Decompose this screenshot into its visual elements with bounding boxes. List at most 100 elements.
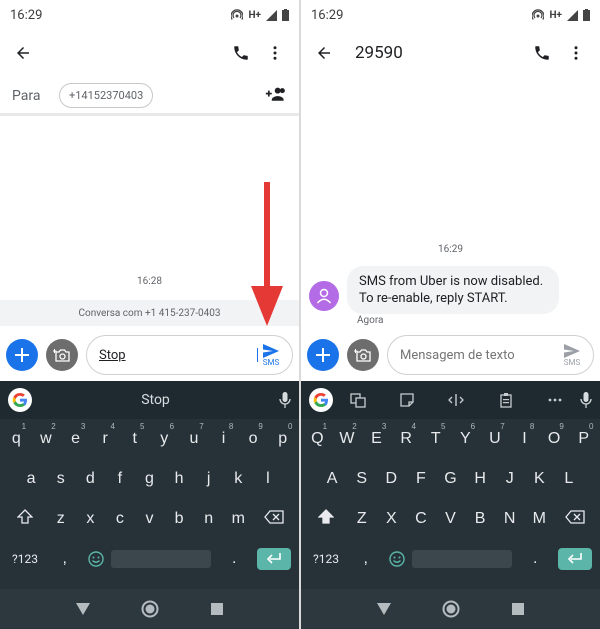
key-w[interactable]: w2: [31, 422, 61, 448]
overflow-menu-button[interactable]: [261, 39, 289, 67]
space-key[interactable]: [412, 550, 513, 568]
key-m[interactable]: M: [524, 510, 554, 528]
key-b[interactable]: B: [465, 510, 495, 528]
key-w[interactable]: W2: [332, 422, 362, 448]
send-sms-button[interactable]: SMS: [258, 343, 284, 367]
back-triangle-icon[interactable]: [75, 603, 90, 615]
space-key[interactable]: [111, 550, 212, 568]
key-i[interactable]: I8: [510, 422, 540, 448]
key-x[interactable]: x: [76, 510, 106, 528]
enter-key[interactable]: [557, 548, 592, 570]
home-circle-icon[interactable]: [141, 600, 159, 618]
key-x[interactable]: X: [377, 510, 407, 528]
key-t[interactable]: T5: [421, 422, 451, 448]
mic-icon[interactable]: [279, 392, 291, 408]
message-bubble[interactable]: SMS from Uber is now disabled. To re-ena…: [347, 266, 559, 314]
key-f[interactable]: f: [105, 470, 135, 488]
add-attachment-button[interactable]: [307, 339, 339, 371]
key-y[interactable]: y6: [150, 422, 180, 448]
add-person-button[interactable]: [265, 85, 287, 107]
key-k[interactable]: k: [223, 470, 253, 488]
key-t[interactable]: t5: [120, 422, 150, 448]
message-input[interactable]: Mensagem de texto SMS: [387, 335, 594, 375]
emoji-icon[interactable]: [388, 551, 405, 567]
emoji-icon[interactable]: [87, 551, 104, 567]
key-f[interactable]: F: [406, 470, 436, 488]
back-button[interactable]: [311, 40, 337, 66]
key-k[interactable]: K: [524, 470, 554, 488]
key-j[interactable]: J: [495, 470, 525, 488]
key-p[interactable]: P0: [569, 422, 599, 448]
enter-key[interactable]: [256, 548, 291, 570]
shift-key[interactable]: [4, 508, 46, 530]
camera-button[interactable]: [347, 339, 379, 371]
recipient-chip[interactable]: +14152370403: [59, 83, 154, 108]
more-horiz-icon[interactable]: [547, 392, 563, 408]
key-h[interactable]: h: [164, 470, 194, 488]
key-c[interactable]: c: [105, 510, 135, 528]
key-d[interactable]: D: [377, 470, 407, 488]
key-h[interactable]: H: [465, 470, 495, 488]
key-q[interactable]: Q1: [303, 422, 333, 448]
clipboard-icon[interactable]: [498, 392, 514, 408]
key-u[interactable]: U7: [480, 422, 510, 448]
key-s[interactable]: S: [347, 470, 377, 488]
comma-key[interactable]: ,: [50, 550, 80, 568]
suggestion-word[interactable]: Stop: [32, 392, 279, 408]
key-i[interactable]: i8: [209, 422, 239, 448]
period-key[interactable]: .: [219, 550, 249, 568]
key-l[interactable]: L: [554, 470, 584, 488]
contact-avatar[interactable]: [309, 281, 339, 311]
key-n[interactable]: N: [495, 510, 525, 528]
key-o[interactable]: O9: [539, 422, 569, 448]
key-o[interactable]: o9: [238, 422, 268, 448]
key-e[interactable]: e3: [61, 422, 91, 448]
key-g[interactable]: g: [135, 470, 165, 488]
home-circle-icon[interactable]: [442, 600, 460, 618]
key-a[interactable]: a: [16, 470, 46, 488]
period-key[interactable]: .: [520, 550, 550, 568]
key-d[interactable]: d: [76, 470, 106, 488]
back-triangle-icon[interactable]: [376, 603, 391, 615]
overflow-menu-button[interactable]: [562, 39, 590, 67]
key-g[interactable]: G: [436, 470, 466, 488]
google-logo-icon[interactable]: [309, 388, 333, 412]
key-z[interactable]: Z: [347, 510, 377, 528]
call-button[interactable]: [227, 39, 255, 67]
symbols-key[interactable]: ?123: [8, 552, 42, 566]
key-n[interactable]: n: [194, 510, 224, 528]
backspace-key[interactable]: [253, 509, 295, 529]
key-b[interactable]: b: [164, 510, 194, 528]
message-input[interactable]: Stop SMS: [86, 335, 293, 375]
back-button[interactable]: [10, 40, 36, 66]
key-e[interactable]: E3: [362, 422, 392, 448]
key-v[interactable]: V: [436, 510, 466, 528]
key-m[interactable]: m: [223, 510, 253, 528]
key-s[interactable]: s: [46, 470, 76, 488]
mic-icon[interactable]: [580, 392, 592, 408]
recents-square-icon[interactable]: [512, 603, 525, 615]
key-r[interactable]: r4: [90, 422, 120, 448]
sticker-icon[interactable]: [399, 392, 415, 408]
translate-icon[interactable]: [350, 392, 366, 408]
call-button[interactable]: [528, 39, 556, 67]
camera-button[interactable]: [46, 339, 78, 371]
shift-key[interactable]: [305, 508, 347, 530]
recents-square-icon[interactable]: [211, 603, 224, 615]
key-a[interactable]: A: [317, 470, 347, 488]
backspace-key[interactable]: [554, 509, 596, 529]
key-l[interactable]: l: [253, 470, 283, 488]
send-sms-button[interactable]: SMS: [559, 343, 585, 367]
key-v[interactable]: v: [135, 510, 165, 528]
key-q[interactable]: q1: [2, 422, 32, 448]
key-j[interactable]: j: [194, 470, 224, 488]
key-y[interactable]: Y6: [451, 422, 481, 448]
key-p[interactable]: p0: [268, 422, 298, 448]
text-select-icon[interactable]: [448, 392, 465, 408]
key-u[interactable]: u7: [179, 422, 209, 448]
google-logo-icon[interactable]: [8, 388, 32, 412]
key-z[interactable]: z: [46, 510, 76, 528]
key-r[interactable]: R4: [391, 422, 421, 448]
add-attachment-button[interactable]: [6, 339, 38, 371]
symbols-key[interactable]: ?123: [309, 552, 343, 566]
